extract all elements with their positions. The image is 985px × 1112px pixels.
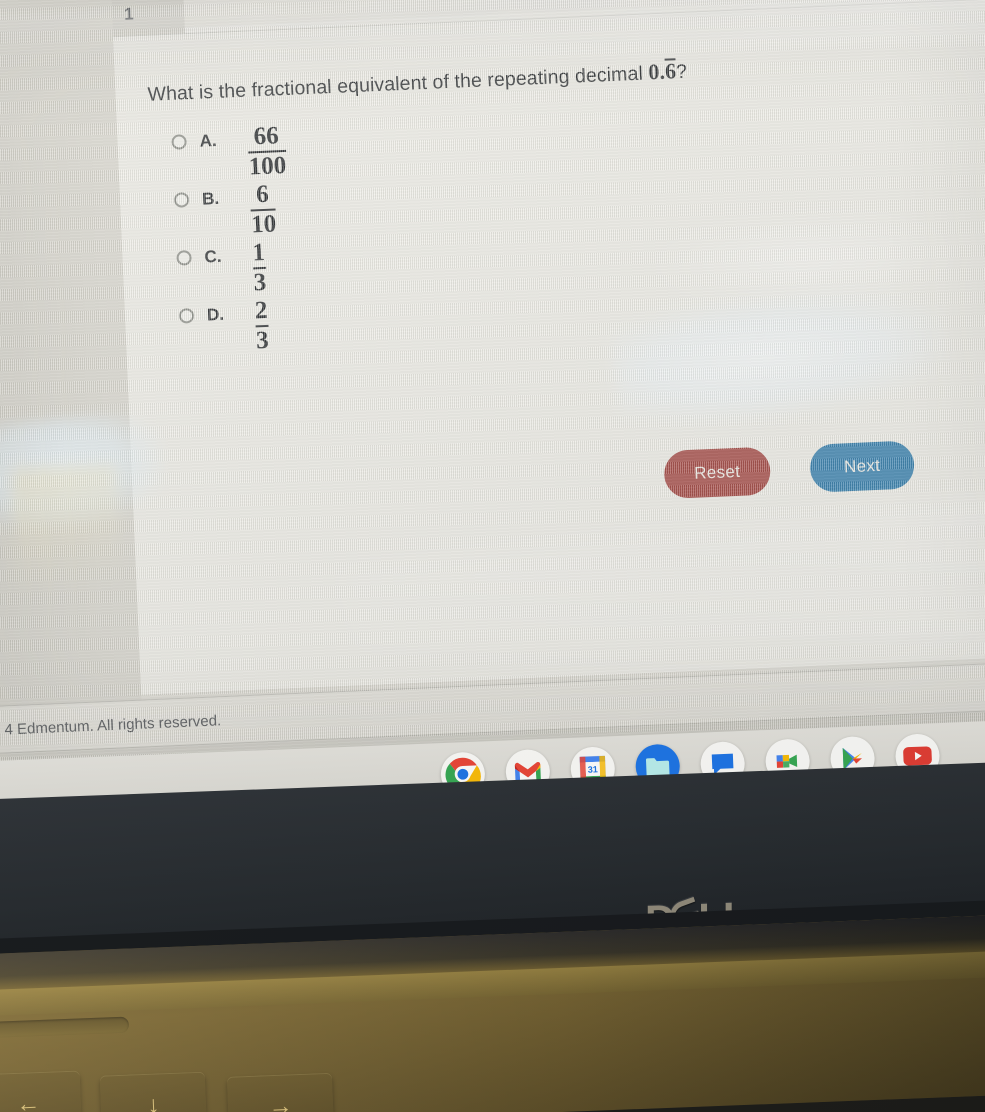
decimal-whole: 0. xyxy=(647,58,666,85)
option-letter-a: A. xyxy=(199,130,217,151)
copyright-text: 4 Edmentum. All rights reserved. xyxy=(4,711,222,738)
option-fraction-b: 6 10 xyxy=(249,180,277,238)
photo-of-laptop-screen: 1 What is the fractional equivalent of t… xyxy=(0,0,985,1112)
question-text-suffix: ? xyxy=(675,60,688,84)
arrow-left-key[interactable]: ← xyxy=(0,1070,82,1112)
option-fraction-c: 1 3 xyxy=(251,238,267,296)
question-number-tab: 1 xyxy=(111,0,185,37)
answer-options: A. 66 100 B. 6 10 C. 1 3 D. 2 3 xyxy=(171,110,601,360)
numerator-b: 6 xyxy=(255,180,270,209)
option-letter-d: D. xyxy=(206,304,225,325)
denominator-c: 3 xyxy=(253,266,267,296)
denominator-d: 3 xyxy=(255,324,270,354)
numerator-c: 1 xyxy=(251,238,266,267)
radio-button-a[interactable] xyxy=(171,134,187,150)
numerator-d: 2 xyxy=(254,296,268,325)
denominator-b: 10 xyxy=(250,207,277,238)
option-letter-b: B. xyxy=(201,188,220,209)
arrow-right-key[interactable]: → xyxy=(226,1072,335,1112)
denominator-a: 100 xyxy=(248,149,287,181)
svg-text:31: 31 xyxy=(588,764,599,774)
radio-button-d[interactable] xyxy=(178,308,195,324)
radio-button-c[interactable] xyxy=(176,250,192,266)
reset-button[interactable]: Reset xyxy=(663,446,772,500)
deck-vent-slot xyxy=(0,1016,130,1039)
next-button[interactable]: Next xyxy=(809,440,916,493)
arrow-down-key[interactable]: ↓ xyxy=(99,1071,208,1112)
laptop-screen: 1 What is the fractional equivalent of t… xyxy=(0,0,985,801)
option-fraction-d: 2 3 xyxy=(254,296,270,354)
option-letter-c: C. xyxy=(204,246,222,267)
question-number: 1 xyxy=(123,4,135,24)
radio-button-b[interactable] xyxy=(173,192,190,208)
option-fraction-a: 66 100 xyxy=(247,122,287,181)
numerator-a: 66 xyxy=(253,122,280,151)
